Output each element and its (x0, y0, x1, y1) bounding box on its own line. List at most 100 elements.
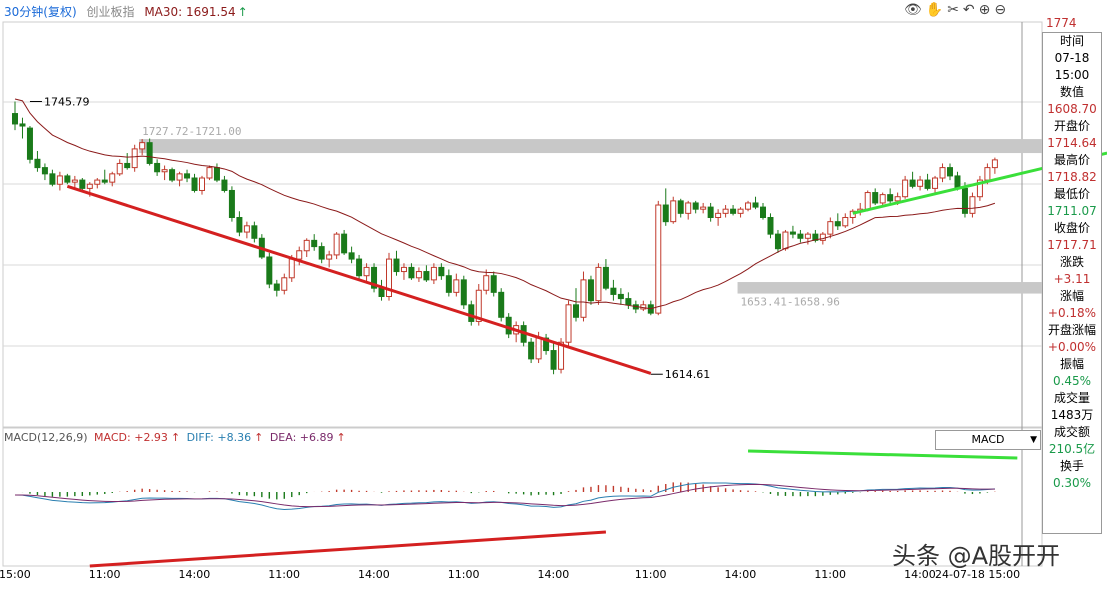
candle-body (423, 271, 430, 281)
candle-body (707, 206, 714, 219)
indicator-select-value: MACD (971, 433, 1005, 446)
candle-body (109, 173, 116, 183)
chart-toolbar: 👁✋✂↶⊕⊖ (904, 2, 1010, 18)
candle-body (879, 194, 886, 204)
candle-body (378, 287, 385, 297)
candle-body (535, 337, 542, 360)
info-value: 1608.70 (1047, 102, 1097, 116)
candle-body (610, 287, 617, 295)
candle-body (655, 204, 662, 314)
dea-arrow-icon: ↑ (336, 431, 346, 444)
candle-body (79, 179, 86, 189)
candle-body (677, 200, 684, 214)
candle-body (273, 283, 280, 291)
candle-body (737, 208, 744, 214)
candle-body (961, 187, 968, 214)
macd-trendline-green (748, 449, 1018, 460)
info-panel: 时间 07-18 15:00 数值 1608.70 开盘价 1714.64 最高价 1718.8… (1042, 32, 1102, 534)
info-value: 1711.07 (1047, 204, 1097, 218)
x-axis-label: 14:00 (358, 568, 390, 581)
info-value: 07-18 (1054, 51, 1090, 65)
x-axis-label: 14:00 (179, 568, 211, 581)
candle-body (685, 202, 692, 214)
candle-body (146, 142, 153, 164)
info-value: 1718.82 (1047, 170, 1097, 184)
info-label: 成交量 (1053, 391, 1090, 405)
toolbar-icons[interactable]: 👁✋✂↶⊕⊖ (904, 2, 1010, 18)
info-label: 振幅 (1059, 357, 1084, 371)
x-axis-label: 11:00 (89, 568, 121, 581)
candle-body (767, 217, 774, 235)
candle-body (453, 279, 460, 293)
candle-body (573, 304, 579, 318)
candle-body (909, 179, 916, 187)
x-axis-label: 11:00 (448, 568, 480, 581)
info-value: 0.45% (1052, 374, 1092, 388)
price-label: 1614.61 (665, 368, 711, 381)
info-value: 1483万 (1050, 408, 1094, 422)
candle-body (408, 266, 415, 279)
candle-body (789, 231, 796, 235)
price-panel-frame (2, 21, 1043, 428)
macd-trendline-red (89, 530, 607, 568)
candle-body (760, 206, 766, 219)
macd-arrow-icon: ↑ (170, 431, 181, 444)
candle-body (947, 167, 953, 177)
candle-body (662, 204, 669, 223)
indicator-select[interactable]: MACD ▼ (935, 430, 1041, 450)
candle-body (12, 113, 18, 125)
price-zone-label: 1653.41-1658.96 (741, 296, 840, 309)
candle-body (86, 183, 93, 189)
candle-body (715, 212, 722, 218)
candle-body (722, 208, 729, 214)
candle-body (587, 279, 594, 302)
info-value: +3.11 (1053, 272, 1091, 286)
candle-body (400, 266, 407, 273)
info-value: +0.00% (1047, 340, 1097, 354)
candle-body (243, 225, 250, 233)
candle-body (184, 173, 191, 179)
macd-header: MACD(12,26,9) MACD: +2.93 ↑ DIFF: +8.36 ↑ … (4, 431, 349, 444)
ma30-label: MA30: 1691.54 (144, 5, 236, 19)
candle-body (296, 250, 303, 260)
candle-body (56, 175, 63, 185)
candle-body (430, 266, 437, 281)
ma30-arrow-icon: ↑ (237, 5, 248, 19)
candle-body (730, 208, 737, 214)
diff-arrow-icon: ↑ (254, 431, 264, 444)
candle-body (213, 167, 220, 181)
candle-body (206, 167, 213, 179)
candle-body (266, 256, 273, 285)
candle-body (236, 217, 243, 233)
candle-body (116, 162, 123, 175)
candle-body (49, 173, 56, 185)
candle-body (917, 179, 924, 187)
info-label: 收盘价 (1053, 221, 1090, 235)
macd-name: MACD(12,26,9) (4, 431, 88, 444)
info-value: 0.30% (1052, 476, 1092, 490)
period-label[interactable]: 30分钟(复权) (4, 5, 77, 19)
candle-body (191, 177, 198, 191)
candle-body (460, 279, 467, 306)
candle-body (939, 167, 946, 179)
candle-body (782, 231, 789, 250)
macd-diff-line (14, 482, 995, 511)
macd-panel (14, 449, 1018, 568)
candle-body (602, 266, 609, 289)
chevron-down-icon: ▼ (1030, 435, 1037, 445)
candle-body (251, 225, 258, 239)
x-axis-label: 15:00 (0, 568, 31, 581)
info-label: 数值 (1059, 85, 1084, 99)
candle-body (550, 350, 557, 370)
candle-body (827, 221, 834, 235)
candle-body (333, 233, 340, 256)
candle-body (438, 266, 445, 277)
info-label: 涨跌 (1059, 255, 1084, 269)
candle-body (34, 158, 41, 169)
candle-body (625, 298, 632, 306)
candle-body (490, 275, 497, 293)
candle-body (752, 202, 759, 208)
candle-body (580, 279, 587, 318)
candle-body (288, 258, 295, 279)
candle-body (954, 175, 961, 189)
